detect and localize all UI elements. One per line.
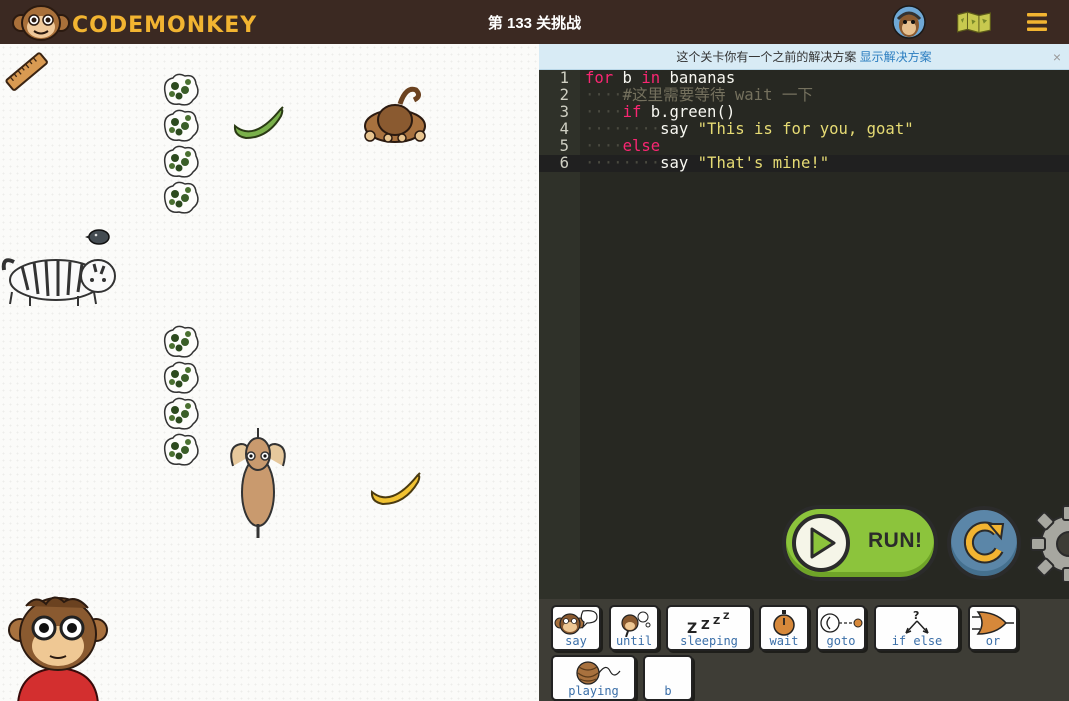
code-line[interactable]: 4 ········say "This is for you, goat" (539, 121, 1069, 138)
green-banana-sprite (233, 106, 284, 140)
profile-avatar-button[interactable] (891, 4, 927, 40)
code-text: ····else (585, 137, 661, 155)
reset-button[interactable] (947, 506, 1021, 580)
code-text: ········say "That's mine!" (585, 154, 830, 172)
goto-icon (820, 613, 863, 633)
yarn-ball-icon (575, 661, 620, 685)
monkey-character[interactable] (360, 84, 430, 150)
line-number: 6 (559, 154, 569, 172)
goat-character[interactable] (225, 426, 291, 540)
crow-sprite (85, 229, 110, 245)
code-line[interactable]: 6 ········say "That's mine!" (539, 155, 1069, 172)
close-notice-icon[interactable]: × (1053, 44, 1061, 70)
map-icon (957, 11, 991, 34)
line-number: 3 (559, 103, 569, 121)
svg-text:Z: Z (713, 616, 720, 627)
map-button[interactable] (956, 4, 992, 40)
code-text: ····if b.green() (585, 103, 736, 121)
snippet-label: until (615, 634, 653, 648)
snippet-say[interactable]: say (551, 605, 601, 651)
codemonkey-logo[interactable]: codemonkey (12, 2, 257, 42)
snippet-label: wait (769, 634, 799, 648)
bush-column-bottom (163, 325, 199, 466)
line-number: 4 (559, 120, 569, 138)
or-gate-icon (972, 611, 1014, 635)
game-stage (0, 44, 539, 701)
show-solution-link[interactable]: 显示解决方案 (860, 50, 932, 64)
snippet-label: playing (568, 684, 619, 698)
snippet-b[interactable]: b (643, 655, 693, 701)
code-panel: 这个关卡你有一个之前的解决方案 显示解决方案 × 1 for b in banan… (539, 44, 1069, 701)
svg-text:?: ? (913, 609, 919, 622)
code-line[interactable]: 2 ····#这里需要等待 wait 一下 (539, 87, 1069, 104)
top-bar: codemonkey 第 133 关挑战 (0, 0, 1069, 44)
previous-solution-notice: 这个关卡你有一个之前的解决方案 显示解决方案 × (539, 44, 1069, 70)
line-number: 2 (559, 86, 569, 104)
snippet-label: if else (891, 634, 943, 648)
snippet-goto[interactable]: goto (816, 605, 866, 651)
snippet-sleeping[interactable]: Z Z Z Z sleeping (666, 605, 752, 651)
code-line[interactable]: 3 ····if b.green() (539, 104, 1069, 121)
code-text: for b in bananas (585, 69, 736, 87)
menu-button[interactable] (1019, 4, 1055, 40)
settings-button[interactable] (1029, 502, 1069, 582)
logo-text: codemonkey (72, 4, 258, 40)
monkey-speech-icon (554, 610, 598, 635)
branch-icon: ? (905, 609, 929, 634)
hamburger-icon (1027, 13, 1047, 31)
snippet-label: say (565, 634, 587, 648)
notice-text: 这个关卡你有一个之前的解决方案 (676, 50, 860, 64)
monkey-think-icon (621, 611, 651, 637)
monkey-logo-icon (12, 5, 70, 41)
snippet-palette: say until Z Z Z Z sleeping wait goto ? i… (539, 599, 1069, 701)
run-button[interactable]: RUN! (782, 505, 938, 581)
gear-icon (1030, 505, 1069, 582)
stopwatch-icon (773, 610, 795, 636)
bush-column-top (163, 73, 199, 214)
snippet-label: goto (826, 634, 856, 648)
line-number: 1 (559, 69, 569, 87)
snippet-playing[interactable]: playing (551, 655, 636, 701)
avatar-icon (892, 5, 926, 39)
svg-text:Z: Z (701, 618, 710, 632)
snippet-wait[interactable]: wait (759, 605, 809, 651)
run-label: RUN! (868, 529, 923, 552)
reset-arrow-icon (963, 521, 1005, 564)
snippet-until[interactable]: until (609, 605, 659, 651)
snippet-label: b (664, 684, 672, 698)
ruler-tool-icon[interactable] (4, 50, 50, 94)
snippet-or[interactable]: or (968, 605, 1018, 651)
yellow-banana-sprite (370, 472, 421, 506)
snippet-label: or (985, 634, 1001, 648)
white-tiger-sprite (1, 258, 116, 306)
code-line[interactable]: 1 for b in bananas (539, 70, 1069, 87)
zzz-icon: Z Z Z Z (687, 612, 730, 637)
snippet-if-else[interactable]: ? if else (874, 605, 960, 651)
code-line[interactable]: 5 ····else (539, 138, 1069, 155)
code-text: ········say "This is for you, goat" (585, 120, 914, 138)
line-number: 5 (559, 137, 569, 155)
svg-text:Z: Z (723, 612, 730, 622)
play-icon (792, 514, 850, 572)
snippet-label: sleeping (680, 634, 738, 648)
code-text: ····#这里需要等待 wait 一下 (585, 86, 814, 104)
guide-monkey-character (8, 596, 108, 701)
